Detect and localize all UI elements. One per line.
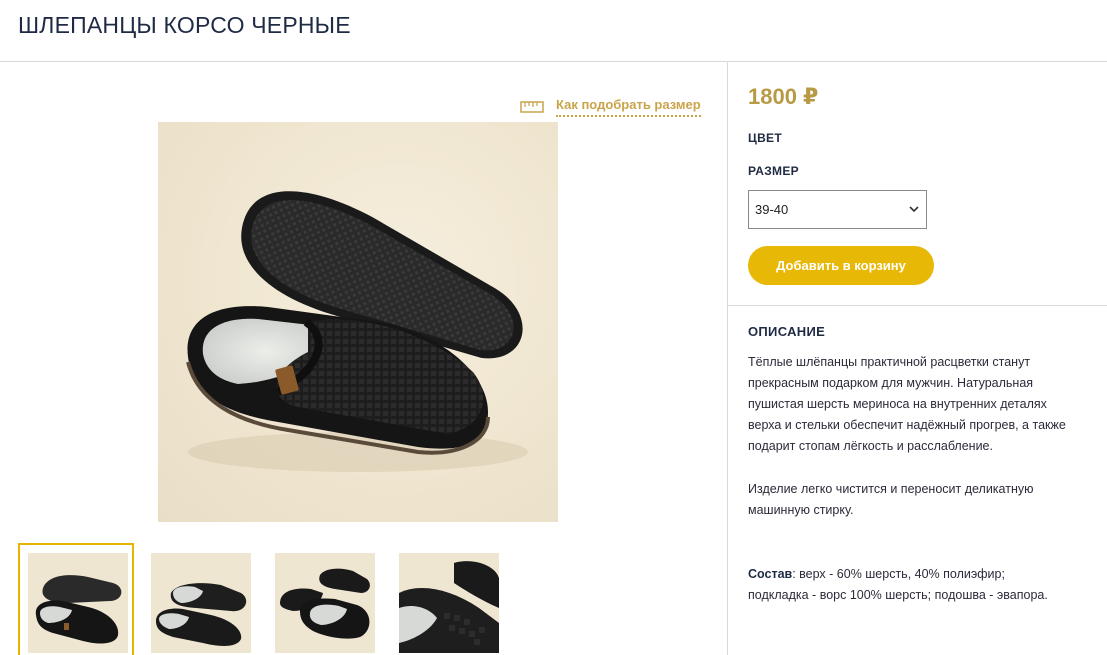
price: 1800 ₽ — [748, 84, 819, 109]
description-heading: ОПИСАНИЕ — [748, 324, 826, 339]
divider-right — [728, 305, 1107, 306]
size-guide-link[interactable]: Как подобрать размер — [520, 97, 701, 117]
product-page: ШЛЕПАНЦЫ КОРСО ЧЕРНЫЕ Как подобрать разм… — [0, 0, 1107, 655]
slippers-illustration — [186, 191, 528, 472]
ruler-icon — [520, 101, 544, 113]
add-to-cart-button[interactable]: Добавить в корзину — [748, 246, 934, 285]
page-title: ШЛЕПАНЦЫ КОРСО ЧЕРНЫЕ — [18, 12, 351, 38]
thumbnail-active-frame — [18, 543, 134, 655]
composition-value: : верх - 60% шерсть, 40% полиэфир; подкл… — [748, 567, 1048, 602]
size-guide-label: Как подобрать размер — [556, 97, 701, 117]
size-select[interactable]: 39-40 — [748, 190, 927, 229]
composition-label: Состав — [748, 567, 793, 581]
description-paragraph-2: Изделие легко чистится и переносит делик… — [748, 482, 1034, 517]
description-paragraph-1: Тёплые шлёпанцы практичной расцветки ста… — [748, 355, 1066, 453]
chevron-down-icon — [909, 206, 919, 213]
color-label: ЦВЕТ — [748, 131, 782, 145]
size-label: РАЗМЕР — [748, 164, 799, 178]
product-main-image[interactable] — [158, 122, 558, 522]
size-select-value: 39-40 — [755, 202, 789, 217]
thumbnail-3-image — [275, 553, 375, 653]
thumbnail-2-image — [151, 553, 251, 653]
divider-top — [0, 61, 1107, 62]
composition-text: Состав: верх - 60% шерсть, 40% полиэфир;… — [748, 564, 1068, 606]
thumbnail-3[interactable] — [275, 553, 375, 653]
thumbnail-4-image — [399, 553, 499, 653]
thumbnail-2[interactable] — [151, 553, 251, 653]
thumbnail-4[interactable] — [399, 553, 499, 653]
divider-vertical — [727, 62, 728, 655]
